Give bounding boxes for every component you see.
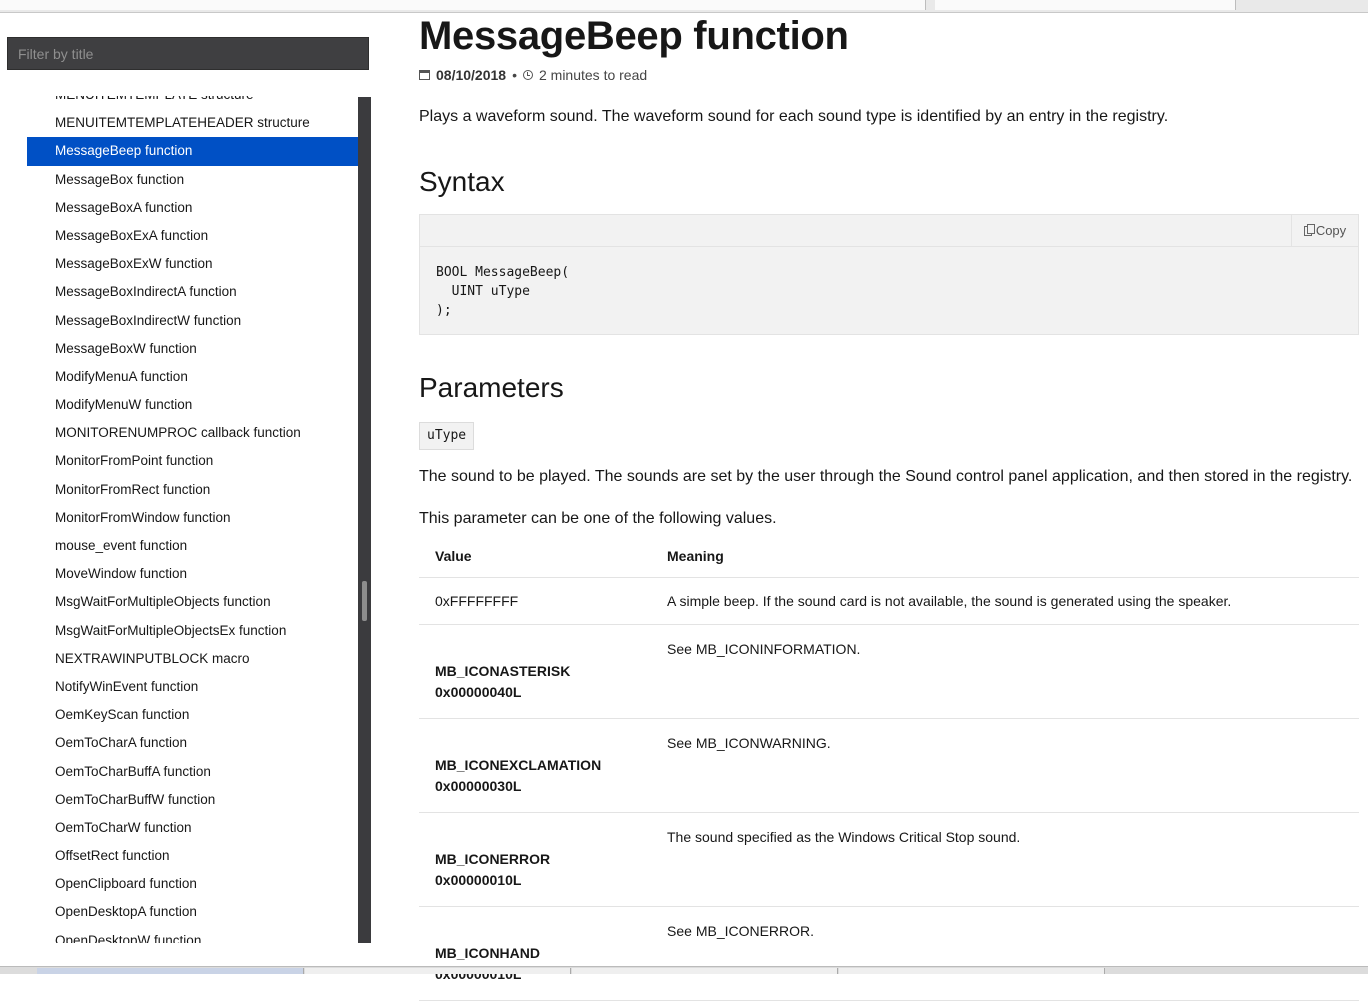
- meaning-cell: A simple beep. If the sound card is not …: [651, 577, 1359, 625]
- table-row: MB_ICONEXCLAMATION 0x00000030L See MB_ICON…: [419, 718, 1359, 813]
- toc-item[interactable]: MoveWindow function: [27, 560, 358, 588]
- bottom-tab[interactable]: [305, 968, 571, 974]
- meaning-text: A simple beep. If the sound card is not …: [667, 592, 1232, 609]
- value-cell: MB_ICONERROR 0x00000010L: [419, 812, 651, 907]
- constant-value: 0x00000030L: [435, 777, 522, 794]
- constant-name: MB_ICONASTERISK: [435, 662, 571, 679]
- table-header-row: Value Meaning: [419, 535, 1359, 578]
- constant-name: MB_ICONERROR: [435, 850, 551, 867]
- toc-item[interactable]: OemToCharW function: [27, 814, 358, 842]
- bottom-tab[interactable]: [37, 968, 304, 974]
- editor-pane-strip: [0, 0, 926, 10]
- toc-item[interactable]: MessageBeep function: [27, 137, 358, 166]
- toc-item[interactable]: mouse_event function: [27, 532, 358, 560]
- toc-item[interactable]: OemToCharA function: [27, 729, 358, 757]
- meaning-text: See: [667, 641, 692, 657]
- toc-item[interactable]: MsgWaitForMultipleObjectsEx function: [27, 617, 358, 645]
- copy-icon: [1303, 223, 1315, 236]
- toc-item[interactable]: MessageBoxA function: [27, 194, 358, 222]
- top-window-strip: [0, 0, 1368, 13]
- toc-item[interactable]: OffsetRect function: [27, 842, 358, 870]
- toc-item[interactable]: MessageBoxExW function: [27, 250, 358, 278]
- table-row: MB_ICONHAND0x00000010LSee MB_ICONERROR.: [419, 906, 1359, 1001]
- meaning-cell: See MB_ICONWARNING.: [651, 718, 1359, 813]
- meaning-cell: See MB_ICONINFORMATION.: [651, 624, 1359, 719]
- constant-value: 0x00000010L: [435, 871, 522, 888]
- toc-item[interactable]: OpenDesktopW function: [27, 927, 358, 943]
- code-text: BOOL MessageBeep( UINT uType );: [436, 265, 570, 318]
- toc-item[interactable]: MessageBoxIndirectA function: [27, 278, 358, 306]
- table-row: MB_ICONASTERISK 0x00000040L See MB_ICONINF…: [419, 624, 1359, 719]
- toc-item[interactable]: MessageBoxExA function: [27, 222, 358, 250]
- toc-item[interactable]: MessageBox function: [27, 166, 358, 194]
- toc-item[interactable]: ModifyMenuA function: [27, 363, 358, 391]
- param-description: The sound to be played. The sounds are s…: [419, 468, 1353, 485]
- code-block: Copy BOOL MessageBeep( UINT uType );: [419, 214, 1359, 335]
- toc-item[interactable]: MONITORENUMPROC callback function: [27, 419, 358, 447]
- meaning-reference: MB_ICONINFORMATION.: [695, 641, 861, 657]
- toc-item[interactable]: MsgWaitForMultipleObjects function: [27, 588, 358, 616]
- values-table: Value Meaning 0xFFFFFFFF A simple beep. I…: [419, 535, 1359, 1001]
- toc-item[interactable]: MessageBoxIndirectW function: [27, 307, 358, 335]
- toc-item[interactable]: MENUITEMTEMPLATEHEADER structure: [27, 109, 358, 137]
- copy-button-label: Copy: [1315, 223, 1347, 238]
- table-header-value: Value: [419, 535, 651, 578]
- editor-pane-strip: [935, 0, 1236, 10]
- toc-item[interactable]: OpenClipboard function: [27, 870, 358, 898]
- code-block-header: Copy: [420, 215, 1358, 247]
- syntax-heading: Syntax: [419, 166, 505, 197]
- toc-item[interactable]: MonitorFromRect function: [27, 476, 358, 504]
- table-row: 0xFFFFFFFF A simple beep. If the sound ca…: [419, 577, 1359, 625]
- value-cell: MB_ICONEXCLAMATION 0x00000030L: [419, 718, 651, 813]
- value-cell: MB_ICONASTERISK 0x00000040L: [419, 624, 651, 719]
- read-time: 2 minutes to read: [538, 67, 648, 83]
- meaning-cell: See MB_ICONERROR.: [651, 906, 1359, 1001]
- meaning-reference: MB_ICONWARNING.: [695, 735, 831, 751]
- calendar-icon: [419, 70, 430, 80]
- toc-item[interactable]: ModifyMenuW function: [27, 391, 358, 419]
- toc-item[interactable]: MessageBoxW function: [27, 335, 358, 363]
- parameters-heading: Parameters: [419, 372, 564, 403]
- copy-button[interactable]: Copy: [1291, 215, 1358, 246]
- toc-item[interactable]: OpenDesktopA function: [27, 898, 358, 926]
- toc-item[interactable]: OemKeyScan function: [27, 701, 358, 729]
- constant-value: 0x00000040L: [435, 683, 522, 700]
- meaning-reference: MB_ICONERROR.: [695, 923, 815, 939]
- filter-by-title-input[interactable]: [7, 37, 369, 70]
- meaning-cell: The sound specified as the Windows Criti…: [651, 812, 1359, 907]
- param-name: uType: [419, 422, 475, 450]
- toc-item[interactable]: OemToCharBuffA function: [27, 758, 358, 786]
- constant-value: 0xFFFFFFFF: [435, 592, 519, 609]
- article-date: 08/10/2018: [436, 67, 507, 83]
- table-row: MB_ICONERROR 0x00000010L The sound specifi…: [419, 812, 1359, 907]
- page-title: MessageBeep function: [419, 14, 849, 58]
- bottom-tab[interactable]: [572, 968, 838, 974]
- param-values-intro: This parameter can be one of the followi…: [419, 510, 777, 527]
- toc-item[interactable]: MENUITEMTEMPLATE structure: [27, 96, 358, 109]
- article-meta: 08/10/2018 • 2 minutes to read: [419, 67, 647, 83]
- intro-text: Plays a waveform sound. The waveform sou…: [419, 108, 1169, 125]
- meaning-text: See: [667, 735, 692, 751]
- sidebar-scrollbar[interactable]: [358, 97, 371, 943]
- constant-name: MB_ICONHAND: [435, 944, 540, 961]
- value-cell: MB_ICONHAND0x00000010L: [419, 906, 651, 1001]
- meaning-text: The sound specified as the Windows Criti…: [667, 829, 1021, 845]
- toc-item[interactable]: NotifyWinEvent function: [27, 673, 358, 701]
- toc-item[interactable]: OemToCharBuffW function: [27, 786, 358, 814]
- bottom-tab[interactable]: [839, 968, 1105, 974]
- clock-icon: [522, 70, 533, 80]
- constant-name: MB_ICONEXCLAMATION: [435, 756, 602, 773]
- value-cell: 0xFFFFFFFF: [419, 577, 651, 625]
- table-header-meaning: Meaning: [651, 535, 1359, 578]
- meaning-text: See: [667, 923, 692, 939]
- table-of-contents: MENUITEMTEMPLATE structureMENUITEMTEMPLA…: [27, 96, 358, 943]
- toc-item[interactable]: MonitorFromPoint function: [27, 447, 358, 475]
- toc-item[interactable]: NEXTRAWINPUTBLOCK macro: [27, 645, 358, 673]
- toc-item[interactable]: MonitorFromWindow function: [27, 504, 358, 532]
- sidebar-scrollbar-thumb[interactable]: [362, 581, 367, 621]
- meta-separator: •: [512, 67, 517, 83]
